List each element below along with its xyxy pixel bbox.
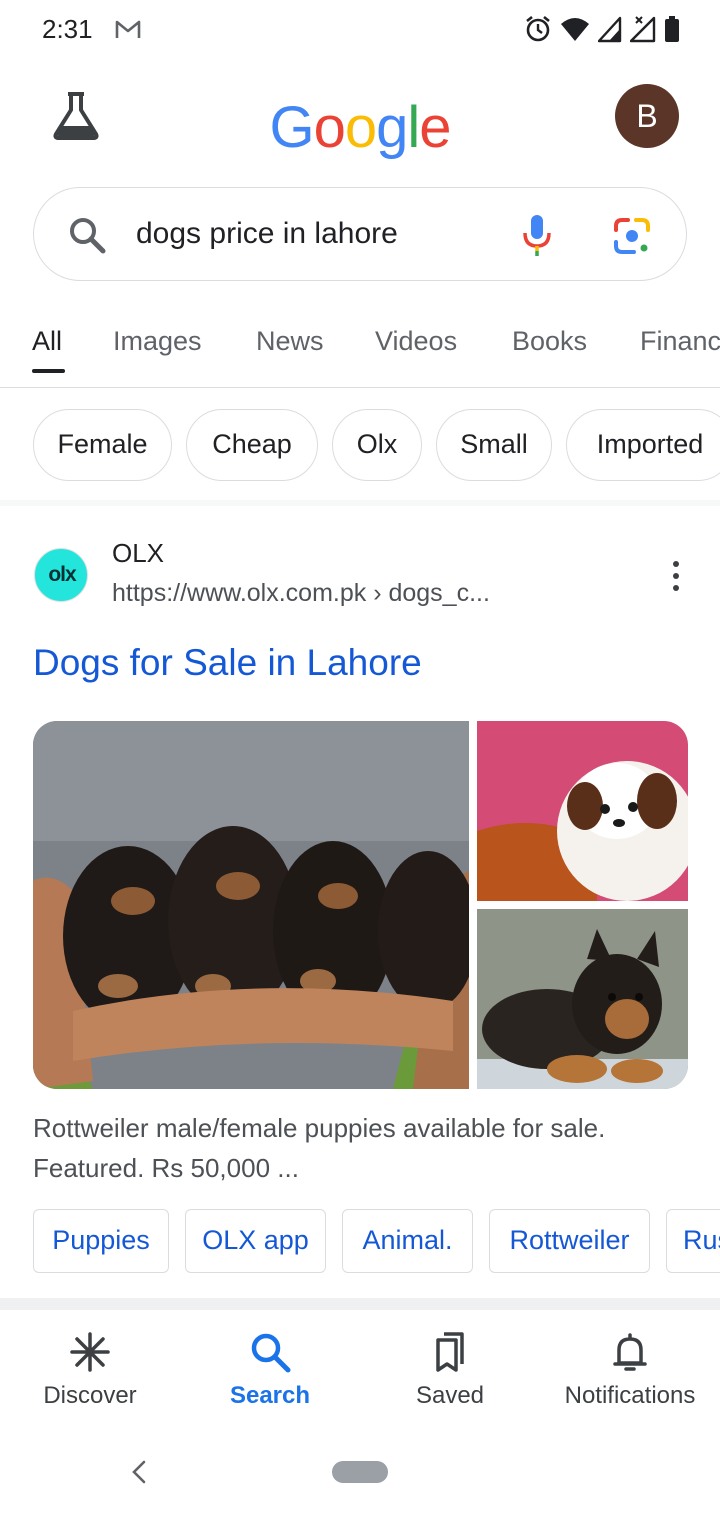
related-chip-rus[interactable]: Rus: [666, 1209, 720, 1273]
logo-letter: o: [344, 95, 377, 160]
result-title-link[interactable]: Dogs for Sale in Lahore: [33, 642, 422, 684]
result-image-rottweilers[interactable]: [33, 721, 469, 1089]
result-snippet: Rottweiler male/female puppies available…: [33, 1113, 606, 1183]
gmail-icon: [115, 20, 141, 38]
tab-news[interactable]: News: [256, 326, 324, 357]
active-tab-indicator: [32, 369, 65, 373]
site-url[interactable]: https://www.olx.com.pk › dogs_c...: [112, 579, 490, 608]
nav-label: Notifications: [564, 1382, 696, 1409]
filter-chips: Female Cheap Olx Small Imported: [0, 408, 720, 482]
tab-finance[interactable]: Finance: [640, 326, 720, 357]
search-input[interactable]: [136, 214, 476, 254]
bookmarks-icon: [436, 1332, 464, 1372]
bell-icon: [613, 1333, 647, 1371]
chip-imported[interactable]: Imported: [566, 409, 720, 481]
tab-books[interactable]: Books: [512, 326, 587, 357]
shihtzu-puppy-photo: [477, 721, 688, 901]
nav-notifications[interactable]: Notifications: [540, 1330, 720, 1410]
logo-letter: o: [313, 95, 346, 160]
tab-all[interactable]: All: [32, 326, 62, 357]
chip-cheap[interactable]: Cheap: [186, 409, 318, 481]
related-chip-puppies[interactable]: Puppies: [33, 1209, 169, 1273]
rottweiler-puppies-photo: [33, 721, 469, 1089]
chip-olx[interactable]: Olx: [332, 409, 422, 481]
related-searches: Puppies OLX app Animal. Rottweiler Rus: [0, 1209, 720, 1273]
account-avatar[interactable]: B: [615, 84, 679, 148]
search-icon: [70, 218, 106, 254]
status-bar: 2:31: [0, 0, 720, 62]
tab-videos[interactable]: Videos: [375, 326, 457, 357]
status-icons: [524, 14, 680, 44]
section-divider: [0, 500, 720, 506]
search-box[interactable]: [33, 187, 687, 281]
google-logo: Google: [0, 94, 720, 161]
battery-icon: [665, 16, 679, 42]
more-options-icon[interactable]: [664, 558, 688, 594]
status-time: 2:31: [42, 14, 93, 44]
german-shepherd-puppy-photo: [477, 909, 688, 1089]
olx-favicon[interactable]: olx: [34, 548, 88, 602]
nav-search[interactable]: Search: [180, 1330, 360, 1410]
wifi-icon: [561, 18, 589, 41]
logo-letter: G: [269, 95, 314, 160]
favicon-text: olx: [48, 563, 76, 586]
home-gesture-pill[interactable]: [332, 1461, 388, 1483]
search-tabs: All Images News Videos Books Finance: [0, 322, 720, 388]
site-name[interactable]: OLX: [112, 538, 164, 569]
logo-letter: g: [376, 95, 408, 160]
related-chip-rottweiler[interactable]: Rottweiler: [489, 1209, 650, 1273]
microphone-icon[interactable]: [520, 213, 554, 257]
logo-letter: l: [407, 95, 420, 160]
google-lens-icon[interactable]: [612, 216, 652, 256]
related-chip-animal[interactable]: Animal.: [342, 1209, 473, 1273]
related-chip-olx-app[interactable]: OLX app: [185, 1209, 326, 1273]
back-chevron-icon[interactable]: [128, 1458, 152, 1486]
logo-letter: e: [419, 95, 451, 160]
bottom-navigation: Discover Search Saved Notifications: [0, 1310, 720, 1430]
tab-images[interactable]: Images: [113, 326, 202, 357]
search-icon: [251, 1333, 291, 1373]
result-image-shihtzu[interactable]: [477, 721, 688, 901]
nav-label: Saved: [415, 1382, 485, 1409]
nav-label: Discover: [43, 1382, 137, 1409]
signal-nodata-icon: [630, 16, 656, 43]
nav-label: Search: [229, 1382, 311, 1409]
asterisk-icon: [70, 1332, 110, 1372]
chip-small[interactable]: Small: [436, 409, 552, 481]
chip-female[interactable]: Female: [33, 409, 172, 481]
bottom-divider: [0, 1298, 720, 1310]
result-image-german-shepherd[interactable]: [477, 909, 688, 1089]
nav-saved[interactable]: Saved: [360, 1330, 540, 1410]
signal-icon: [598, 16, 622, 43]
nav-discover[interactable]: Discover: [0, 1330, 180, 1410]
alarm-icon: [526, 15, 550, 42]
